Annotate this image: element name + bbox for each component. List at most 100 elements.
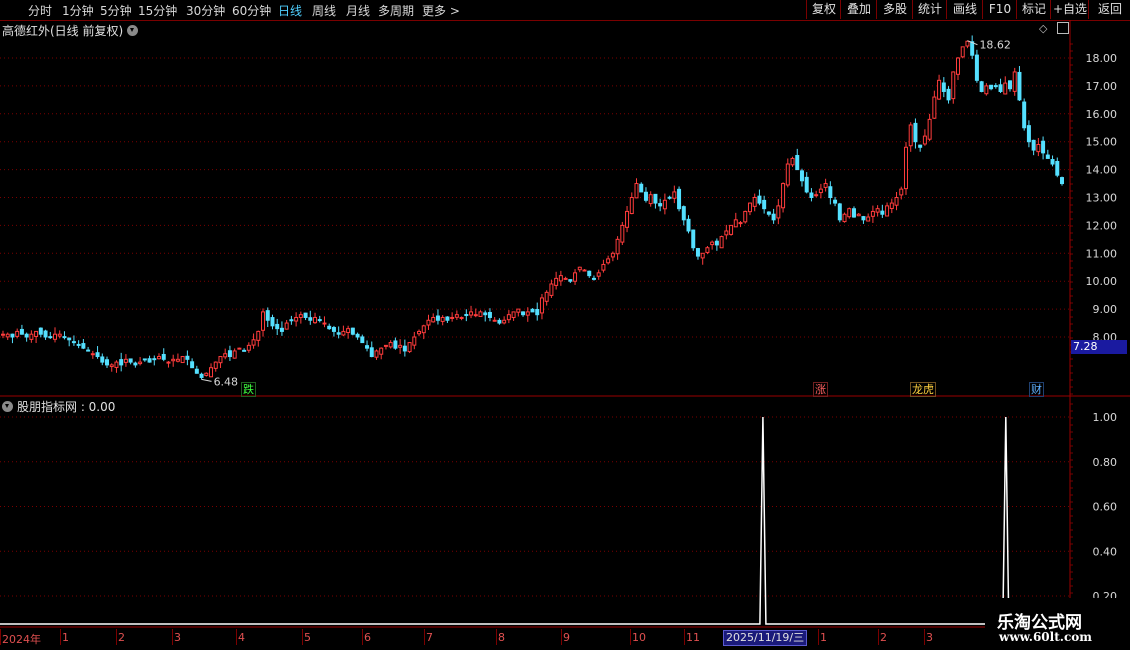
candle-body <box>24 333 29 338</box>
candle-body <box>128 358 133 363</box>
indicator-y-tick: 0.80 <box>1093 456 1118 469</box>
candle-body <box>251 339 256 346</box>
candle-body <box>100 356 105 363</box>
candle-body <box>1003 82 1008 95</box>
candle-body <box>487 311 492 318</box>
candle-body <box>246 344 251 351</box>
candle-body <box>464 314 469 317</box>
marker-longhu[interactable]: 龙虎 <box>910 382 936 397</box>
candle-body <box>1017 71 1022 101</box>
candle-body <box>951 71 956 100</box>
indicator-title[interactable]: 股朋指标网 : 0.00 <box>2 398 115 415</box>
candle-body <box>421 325 426 334</box>
y-tick-label: 14.00 <box>1086 164 1118 177</box>
x-tick-mark <box>878 629 879 645</box>
candle-body <box>138 361 143 365</box>
x-tick-mark <box>684 629 685 645</box>
candle-body <box>62 336 67 339</box>
candle-body <box>804 176 809 193</box>
candle-body <box>568 279 573 282</box>
marker-zhang[interactable]: 涨 <box>813 382 828 397</box>
candle-body <box>336 332 341 335</box>
candle-body <box>766 211 771 215</box>
candle-body <box>573 272 578 282</box>
candle-body <box>284 322 289 330</box>
candle-body <box>984 85 989 95</box>
candle-body <box>691 229 696 249</box>
candle-body <box>166 361 171 364</box>
candle-body <box>426 319 431 326</box>
candle-body <box>256 330 261 341</box>
x-tick-mark <box>561 629 562 645</box>
candle-body <box>833 199 838 204</box>
candle-body <box>431 316 436 323</box>
candle-body <box>606 258 611 264</box>
candle-body <box>809 192 814 199</box>
candle-body <box>308 317 313 321</box>
candle-body <box>279 327 284 332</box>
candle-body <box>847 208 852 218</box>
candle-body <box>719 236 724 249</box>
marker-die[interactable]: 跌 <box>241 382 256 397</box>
candle-body <box>979 81 984 92</box>
candle-body <box>223 353 228 358</box>
candle-body <box>1007 80 1012 90</box>
candle-body <box>837 203 842 221</box>
candle-body <box>506 314 511 321</box>
candle-body <box>913 122 918 143</box>
candle-body <box>729 224 734 235</box>
candle-body <box>407 342 412 353</box>
candle-body <box>15 330 20 337</box>
candle-body <box>379 347 384 355</box>
candle-body <box>123 358 128 363</box>
candle-body <box>582 269 587 272</box>
candle-body <box>596 272 601 277</box>
candle-body <box>889 202 894 209</box>
candle-body <box>620 224 625 243</box>
candle-body <box>242 349 247 352</box>
candle-body <box>686 218 691 232</box>
candle-body <box>752 197 757 207</box>
candle-body <box>724 230 729 236</box>
candle-body <box>19 328 24 335</box>
y-tick-label: 12.00 <box>1086 219 1118 232</box>
x-tick-mark <box>60 629 61 645</box>
candle-body <box>558 275 563 282</box>
candle-body <box>454 314 459 318</box>
candle-body <box>563 277 568 280</box>
candle-body <box>539 297 544 314</box>
x-tick-label: 8 <box>498 631 505 644</box>
candle-body <box>516 308 521 313</box>
candle-body <box>270 317 275 327</box>
candle-body <box>643 191 648 201</box>
chevron-down-icon[interactable] <box>2 401 13 412</box>
price-chart[interactable]: 18.0017.0016.0015.0014.0013.0012.0011.00… <box>0 0 1130 650</box>
candle-body <box>57 333 62 337</box>
marker-cai[interactable]: 财 <box>1029 382 1044 397</box>
candle-body <box>204 372 209 376</box>
x-tick-label: 2024年 <box>2 633 41 646</box>
x-tick-mark <box>424 629 425 645</box>
candle-body <box>346 328 351 334</box>
candle-body <box>960 46 965 58</box>
candle-body <box>634 183 639 199</box>
candle-body <box>899 188 904 196</box>
candle-body <box>828 186 833 198</box>
candle-body <box>577 266 582 271</box>
candle-body <box>653 193 658 204</box>
candle-body <box>199 373 204 378</box>
candle-body <box>86 349 91 352</box>
candle-body <box>970 41 975 56</box>
candle-body <box>733 219 738 228</box>
candle-body <box>625 210 630 228</box>
candle-body <box>38 327 43 335</box>
x-tick-label: 5 <box>304 631 311 644</box>
candle-body <box>402 345 407 352</box>
x-tick-label: 2 <box>118 631 125 644</box>
candle-body <box>681 206 686 221</box>
candle-body <box>610 252 615 258</box>
y-tick-label: 13.00 <box>1086 192 1118 205</box>
candle-body <box>133 362 138 366</box>
candle-body <box>908 124 913 147</box>
candle-body <box>795 154 800 171</box>
